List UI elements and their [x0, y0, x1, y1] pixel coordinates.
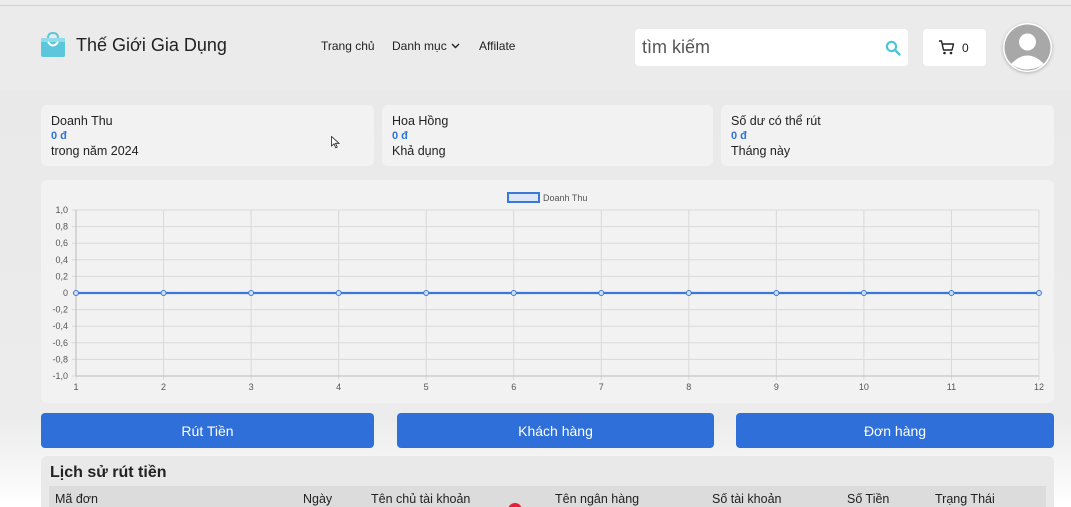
column-order-id: Mã đơn [55, 492, 98, 506]
data-point [335, 290, 342, 296]
y-tick-label: 0 [63, 288, 68, 298]
revenue-line-chart: 1,00,80,60,40,20-0,2-0,4-0,6-0,8-1,01 2 3 4… [52, 192, 1044, 392]
balance-period: Tháng này [731, 144, 791, 158]
column-date: Ngày [303, 492, 333, 506]
y-tick-label: 0,2 [55, 271, 68, 281]
x-tick-label: 8 [686, 382, 691, 392]
data-point [1036, 290, 1042, 296]
x-tick-label: 11 [947, 382, 956, 392]
x-tick-label: 1 [73, 382, 78, 392]
chevron-down-icon [451, 43, 460, 49]
y-tick-label: 0,8 [55, 222, 68, 232]
data-point [860, 290, 867, 296]
x-tick-label: 3 [249, 382, 254, 392]
commission-card: Hoa Hồng 0 đ Khả dụng [382, 105, 713, 166]
withdraw-button[interactable]: Rút Tiền [41, 413, 374, 448]
revenue-period: trong năm 2024 [51, 144, 139, 158]
shopping-bag-icon [41, 32, 65, 57]
balance-label: Số dư có thể rút [731, 114, 821, 128]
x-tick-label: 7 [599, 382, 604, 392]
y-tick-label: 0,4 [55, 255, 68, 265]
mouse-cursor-icon [331, 136, 340, 149]
brand-name: Thế Giới Gia Dụng [76, 34, 227, 55]
y-tick-label: -0,6 [52, 338, 68, 348]
column-bank-name: Tên ngân hàng [555, 492, 640, 506]
user-avatar-icon [1004, 24, 1051, 71]
y-tick-label: 1,0 [55, 205, 68, 215]
y-tick-label: -0,8 [52, 354, 68, 364]
table-header-row: Mã đơn Ngày Tên chủ tài khoản Tên ngân h… [49, 486, 1046, 507]
column-amount: Số Tiền [847, 492, 890, 506]
cart-icon [939, 40, 955, 55]
balance-value: 0 đ [731, 130, 747, 142]
x-tick-label: 12 [1034, 382, 1044, 392]
nav-home-link[interactable]: Trang chủ [321, 39, 375, 53]
brand-logo[interactable]: Thế Giới Gia Dụng [40, 32, 227, 58]
customers-button[interactable]: Khách hàng [397, 413, 714, 448]
y-tick-label: -0,4 [52, 321, 68, 331]
data-point [598, 290, 605, 296]
x-tick-label: 2 [161, 382, 166, 392]
commission-value: 0 đ [392, 130, 408, 142]
cart-count: 0 [962, 40, 969, 55]
y-tick-label: -0,2 [52, 305, 68, 315]
search-input[interactable] [635, 37, 885, 58]
column-account-holder: Tên chủ tài khoản [371, 492, 471, 506]
column-account-number: Số tài khoản [712, 492, 782, 506]
data-point [685, 290, 692, 296]
withdrawal-history-panel: Lịch sử rút tiền Mã đơn Ngày Tên chủ tài… [41, 456, 1054, 507]
revenue-card: Doanh Thu 0 đ trong năm 2024 [41, 105, 374, 166]
cart-button[interactable]: 0 [923, 29, 986, 66]
y-tick-label: -1,0 [52, 371, 68, 381]
nav-affiliate-link[interactable]: Affilate [479, 39, 515, 53]
data-point [948, 290, 955, 296]
x-tick-label: 10 [859, 382, 869, 392]
avatar[interactable] [1003, 23, 1052, 72]
commission-label: Hoa Hồng [392, 114, 449, 128]
data-point [248, 290, 255, 296]
revenue-value: 0 đ [51, 130, 67, 142]
search-bar [635, 29, 908, 66]
nav-category-dropdown[interactable]: Danh mục [392, 39, 460, 53]
x-tick-label: 4 [336, 382, 341, 392]
data-point [73, 290, 79, 296]
data-point [160, 290, 167, 296]
revenue-label: Doanh Thu [51, 114, 113, 128]
column-status: Trạng Thái [935, 492, 995, 506]
orders-button[interactable]: Đơn hàng [736, 413, 1054, 448]
legend-label: Doanh Thu [543, 193, 587, 203]
data-point [773, 290, 780, 296]
x-tick-label: 5 [424, 382, 429, 392]
x-tick-label: 9 [774, 382, 779, 392]
legend-swatch [507, 192, 540, 203]
site-header: Thế Giới Gia Dụng Trang chủ Danh mục Aff… [0, 6, 1071, 90]
data-point [510, 290, 517, 296]
withdrawal-history-title: Lịch sử rút tiền [50, 464, 167, 481]
commission-status: Khả dụng [392, 144, 446, 158]
withdrawable-balance-card: Số dư có thể rút 0 đ Tháng này [721, 105, 1054, 166]
data-point [423, 290, 430, 296]
search-icon[interactable] [885, 40, 901, 56]
revenue-chart: 1,0 0,8 0,6 0,4 0,2 0 -0,2 -0,4 -0,6 -0,8 -1,0 1 2 3 4… [41, 180, 1054, 403]
x-tick-label: 6 [511, 382, 516, 392]
nav-category-label: Danh mục [392, 39, 447, 53]
y-tick-label: 0,6 [55, 238, 68, 248]
